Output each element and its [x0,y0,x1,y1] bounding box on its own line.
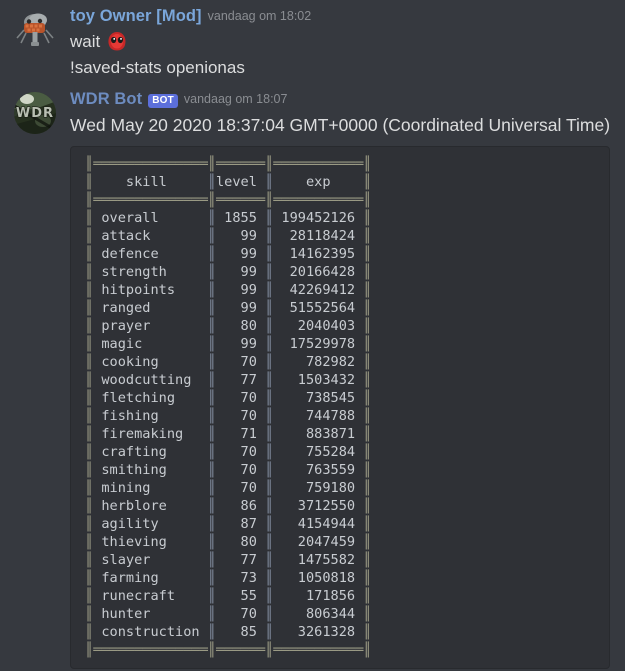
message-header-bot: WDR Bot BOT vandaag om 18:07 [70,89,613,111]
message-line-command: !saved-stats openionas [70,58,245,77]
avatar-container-bot[interactable]: WDR [0,89,70,669]
message-timestamp-bot: vandaag om 18:07 [183,92,288,106]
bot-badge: BOT [148,94,178,108]
red-blob-emoji[interactable] [106,30,128,52]
bot-date-line: Wed May 20 2020 18:37:04 GMT+0000 (Coord… [70,115,611,135]
message-author-bot[interactable]: WDR Bot [70,89,142,109]
message-wdr-bot: WDR WDR Bot BOT vandaag om 18:07 Wed May… [0,79,625,669]
stats-code-block: ║══════════════║══════║═══════════║ ║ sk… [70,146,610,669]
svg-text:WDR: WDR [16,106,54,121]
message-timestamp: vandaag om 18:02 [207,9,312,23]
avatar-container[interactable] [0,6,70,79]
message-author[interactable]: toy Owner [Mod] [70,6,202,26]
message-text: wait [70,32,105,51]
message-line-wait: wait [70,28,613,54]
stats-ascii-table: ║══════════════║══════║═══════════║ ║ sk… [85,156,372,658]
message-header: toy Owner [Mod] vandaag om 18:02 [70,6,613,28]
message-body-bot: WDR Bot BOT vandaag om 18:07 Wed May 20 … [70,89,625,669]
message-toy-owner: toy Owner [Mod] vandaag om 18:02 wait !s… [0,0,625,79]
toy-owner-avatar[interactable] [13,8,57,52]
wdr-bot-avatar[interactable]: WDR [13,91,57,135]
message-body: toy Owner [Mod] vandaag om 18:02 wait !s… [70,6,625,79]
discord-chat-view: toy Owner [Mod] vandaag om 18:02 wait !s… [0,0,625,671]
